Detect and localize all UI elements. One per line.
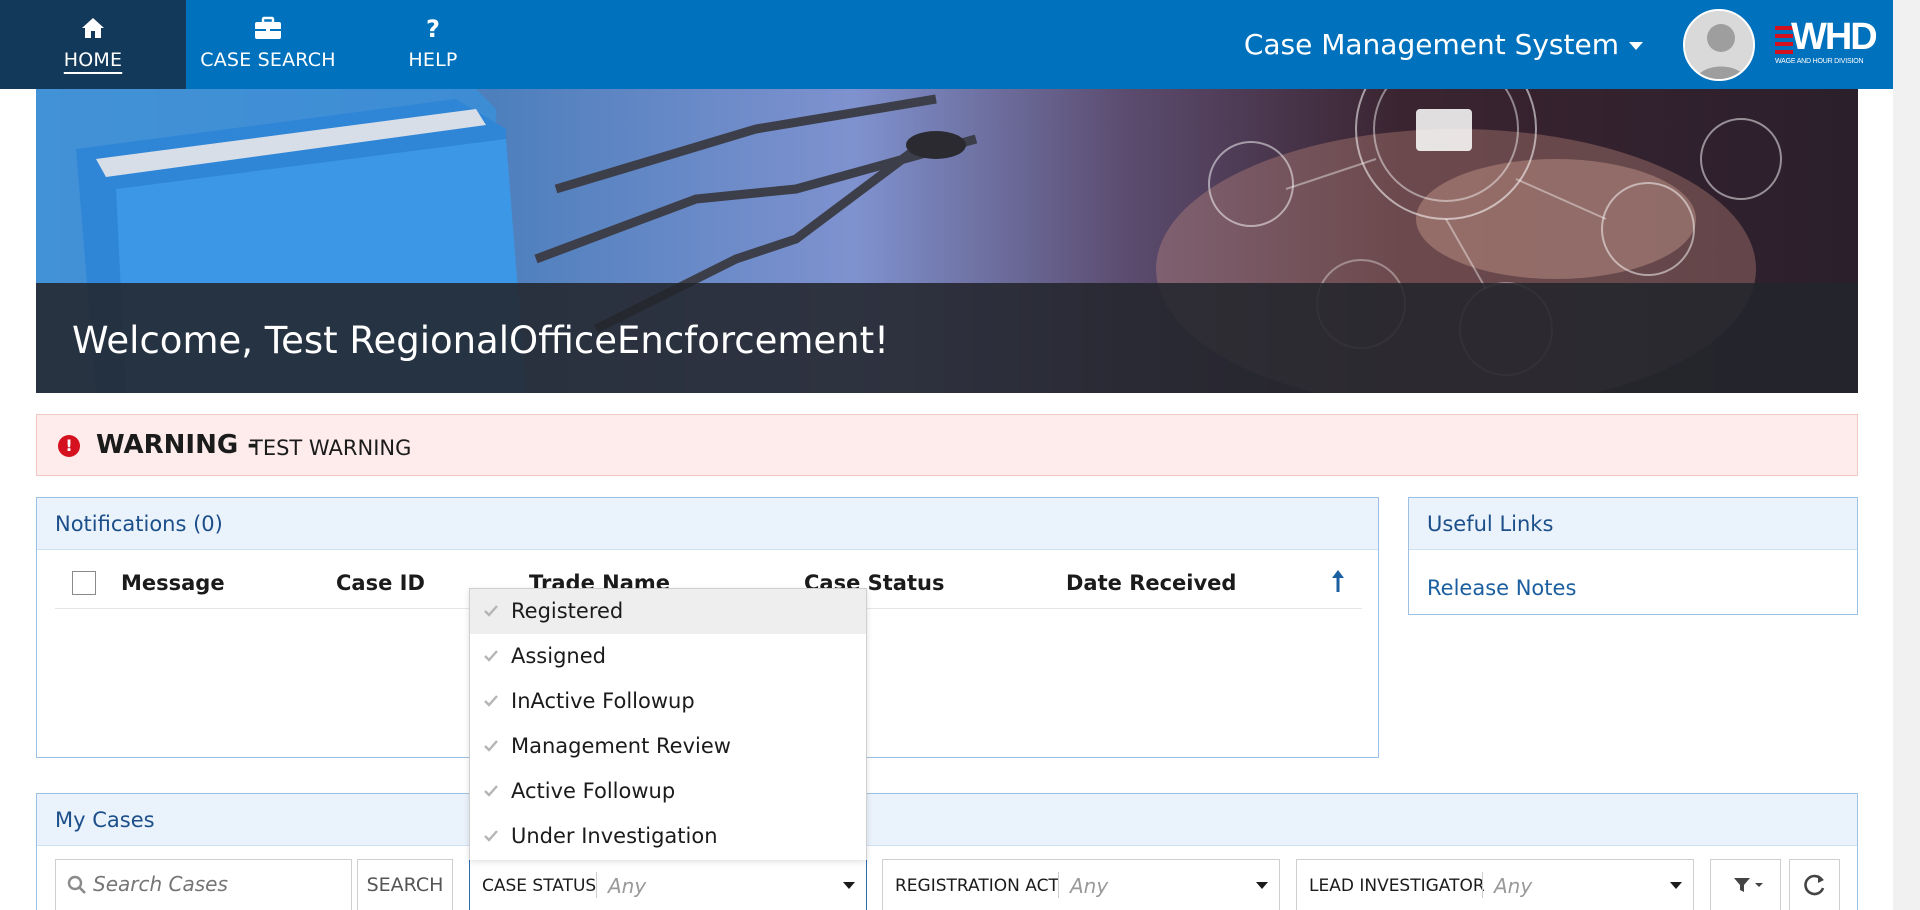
option-inactive-followup[interactable]: InActive Followup (470, 679, 866, 724)
home-icon (82, 18, 104, 38)
user-silhouette-icon (1685, 11, 1753, 79)
filter-icon (1733, 878, 1763, 892)
option-registered[interactable]: Registered (470, 589, 866, 634)
registration-act-label: REGISTRATION ACT (895, 876, 1059, 896)
search-button[interactable]: SEARCH (357, 859, 453, 910)
case-status-dropdown[interactable]: CASE STATUS Any (469, 859, 867, 910)
avatar[interactable] (1683, 9, 1755, 81)
app-title: Case Management System (1243, 28, 1619, 61)
registration-act-dropdown[interactable]: REGISTRATION ACT Any (882, 859, 1280, 910)
logo-subtext: WAGE AND HOUR DIVISION (1775, 58, 1864, 65)
app-switcher[interactable]: Case Management System (1244, 28, 1643, 61)
sort-arrow-up-icon[interactable] (1330, 568, 1346, 594)
search-cases-input[interactable] (93, 872, 333, 896)
caret-down-icon (1256, 882, 1268, 889)
search-cases-field[interactable] (55, 859, 352, 910)
svg-text:?: ? (426, 15, 440, 41)
question-icon: ? (426, 15, 440, 41)
option-assigned[interactable]: Assigned (470, 634, 866, 679)
column-date-received[interactable]: Date Received (1066, 571, 1236, 595)
filter-button[interactable] (1710, 859, 1781, 910)
logo-text: WHD (1791, 16, 1878, 58)
nav-case-search[interactable]: CASE SEARCH (186, 0, 350, 89)
useful-links-panel: Useful Links Release Notes (1408, 497, 1858, 615)
select-all-checkbox[interactable] (72, 571, 96, 595)
check-icon (484, 830, 498, 842)
option-label: Under Investigation (511, 824, 718, 848)
release-notes-link[interactable]: Release Notes (1427, 576, 1576, 600)
exclamation-icon: ! (58, 435, 80, 457)
useful-links-title: Useful Links (1409, 498, 1857, 550)
divider (596, 872, 597, 898)
check-icon (484, 605, 498, 617)
caret-down-icon (843, 882, 855, 889)
nav-home-label: HOME (63, 49, 123, 71)
my-cases-title: My Cases (37, 794, 1857, 846)
check-icon (484, 650, 498, 662)
check-icon (484, 695, 498, 707)
option-management-review[interactable]: Management Review (470, 724, 866, 769)
check-icon (484, 740, 498, 752)
option-label: Management Review (511, 734, 731, 758)
column-message[interactable]: Message (121, 571, 225, 595)
option-label: Registered (511, 599, 624, 623)
nav-case-search-label: CASE SEARCH (200, 49, 336, 71)
lead-investigator-label: LEAD INVESTIGATOR (1309, 876, 1485, 896)
page-scrollbar[interactable] (1893, 0, 1920, 910)
nav-help-label: HELP (408, 49, 458, 71)
divider (1482, 872, 1483, 898)
registration-act-value: Any (1070, 874, 1109, 898)
warning-text: TEST WARNING (250, 436, 412, 460)
welcome-message: Welcome, Test RegionalOfficeEncforcement… (72, 319, 889, 362)
warning-title: WARNING - (96, 430, 259, 460)
caret-down-icon (1629, 42, 1643, 50)
option-active-followup[interactable]: Active Followup (470, 769, 866, 814)
refresh-icon (1804, 874, 1825, 896)
search-icon (67, 875, 86, 894)
whd-logo: WHD WAGE AND HOUR DIVISION (1773, 16, 1878, 70)
top-navigation-bar: HOME CASE SEARCH ? HELP Case Management … (0, 0, 1893, 89)
notifications-title: Notifications (0) (37, 498, 1378, 550)
warning-banner: ! WARNING - TEST WARNING (36, 414, 1858, 476)
refresh-button[interactable] (1789, 859, 1840, 910)
option-label: Assigned (511, 644, 606, 668)
option-label: Active Followup (511, 779, 676, 803)
case-status-value: Any (608, 874, 647, 898)
column-case-id[interactable]: Case ID (336, 571, 425, 595)
briefcase-icon (255, 16, 281, 39)
case-status-options-menu: Registered Assigned InActive Followup Ma… (469, 588, 867, 860)
option-label: InActive Followup (511, 689, 695, 713)
check-icon (484, 785, 498, 797)
caret-down-icon (1670, 882, 1682, 889)
divider (1058, 872, 1059, 898)
lead-investigator-dropdown[interactable]: LEAD INVESTIGATOR Any (1296, 859, 1694, 910)
lead-investigator-value: Any (1494, 874, 1533, 898)
case-status-label: CASE STATUS (482, 876, 597, 896)
option-under-investigation[interactable]: Under Investigation (470, 814, 866, 859)
hero-banner: Welcome, Test RegionalOfficeEncforcement… (36, 89, 1858, 393)
nav-help[interactable]: ? HELP (395, 0, 471, 89)
nav-home[interactable]: HOME (0, 0, 186, 89)
